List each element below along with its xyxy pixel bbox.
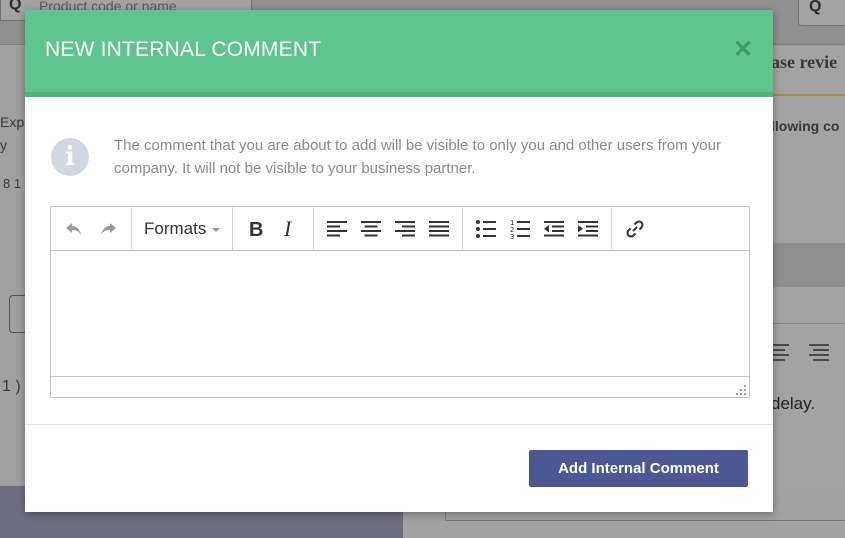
info-icon: i [51, 138, 89, 176]
editor-toolbar: Formats B I 1 2 3 [51, 207, 749, 251]
background-text: Exp [0, 114, 25, 130]
align-center-icon [361, 220, 382, 236]
background-text: y [0, 137, 7, 153]
bold-button[interactable]: B [239, 214, 273, 244]
chevron-down-icon [212, 227, 221, 232]
background-tab: ase revie [771, 46, 845, 97]
outdent-button[interactable] [537, 214, 571, 244]
undo-button[interactable] [57, 214, 91, 244]
svg-text:3: 3 [510, 233, 514, 239]
bold-icon: B [249, 219, 263, 239]
modal-header: NEW INTERNAL COMMENT ✕ [25, 10, 773, 97]
bullet-list-button[interactable] [469, 214, 503, 244]
modal-title: NEW INTERNAL COMMENT [45, 38, 322, 61]
align-left-button[interactable] [320, 214, 354, 244]
link-icon [626, 219, 644, 238]
info-message: The comment that you are about to add wi… [114, 137, 721, 177]
italic-button[interactable]: I [273, 214, 307, 244]
formats-label: Formats [144, 218, 207, 238]
align-justify-button[interactable] [422, 214, 456, 244]
undo-icon [66, 222, 81, 235]
align-right-button[interactable] [388, 214, 422, 244]
rich-text-editor: Formats B I 1 2 3 [50, 206, 750, 398]
background-search-button: Q [798, 0, 845, 26]
align-left-icon [327, 220, 348, 236]
bullet-list-icon [476, 219, 497, 238]
background-tab-label: ase revie [771, 52, 838, 72]
formats-group: Formats [132, 207, 234, 250]
close-icon[interactable]: ✕ [731, 38, 755, 62]
search-icon: Q [9, 0, 22, 13]
alignment-group [314, 207, 464, 250]
search-icon: Q [809, 0, 822, 15]
svg-text:I: I [283, 219, 293, 239]
indent-icon [578, 220, 599, 236]
link-group [612, 207, 658, 250]
align-right-icon [395, 220, 416, 236]
editor-statusbar [51, 376, 749, 398]
redo-icon [101, 222, 116, 235]
text-style-group: B I [233, 207, 315, 250]
footer-divider [25, 424, 773, 425]
formats-dropdown[interactable]: Formats [138, 214, 226, 244]
background-text: 1 ) [2, 378, 21, 395]
numbered-list-icon: 123 [510, 219, 531, 239]
redo-button[interactable] [91, 214, 125, 244]
list-group: 123 [463, 207, 613, 250]
background-band [773, 243, 845, 287]
svg-text:B: B [249, 219, 263, 239]
insert-link-button[interactable] [618, 214, 652, 244]
background-text: llowing co [771, 118, 840, 134]
add-internal-comment-button[interactable]: Add Internal Comment [529, 450, 748, 487]
background-box [9, 295, 26, 333]
italic-icon: I [283, 219, 293, 239]
resize-handle-icon[interactable] [736, 385, 746, 395]
history-group [51, 207, 132, 250]
comment-text-area[interactable] [51, 251, 749, 375]
numbered-list-button[interactable]: 123 [503, 214, 537, 244]
align-justify-icon [429, 220, 450, 236]
indent-button[interactable] [571, 214, 605, 244]
background-text: delay. [771, 394, 816, 413]
align-icons [773, 344, 829, 361]
align-center-button[interactable] [354, 214, 388, 244]
background-text: 8 1 [3, 176, 22, 191]
background-left-panel [0, 45, 25, 485]
new-internal-comment-modal: NEW INTERNAL COMMENT ✕ i The comment tha… [25, 10, 773, 512]
outdent-icon [544, 220, 565, 236]
